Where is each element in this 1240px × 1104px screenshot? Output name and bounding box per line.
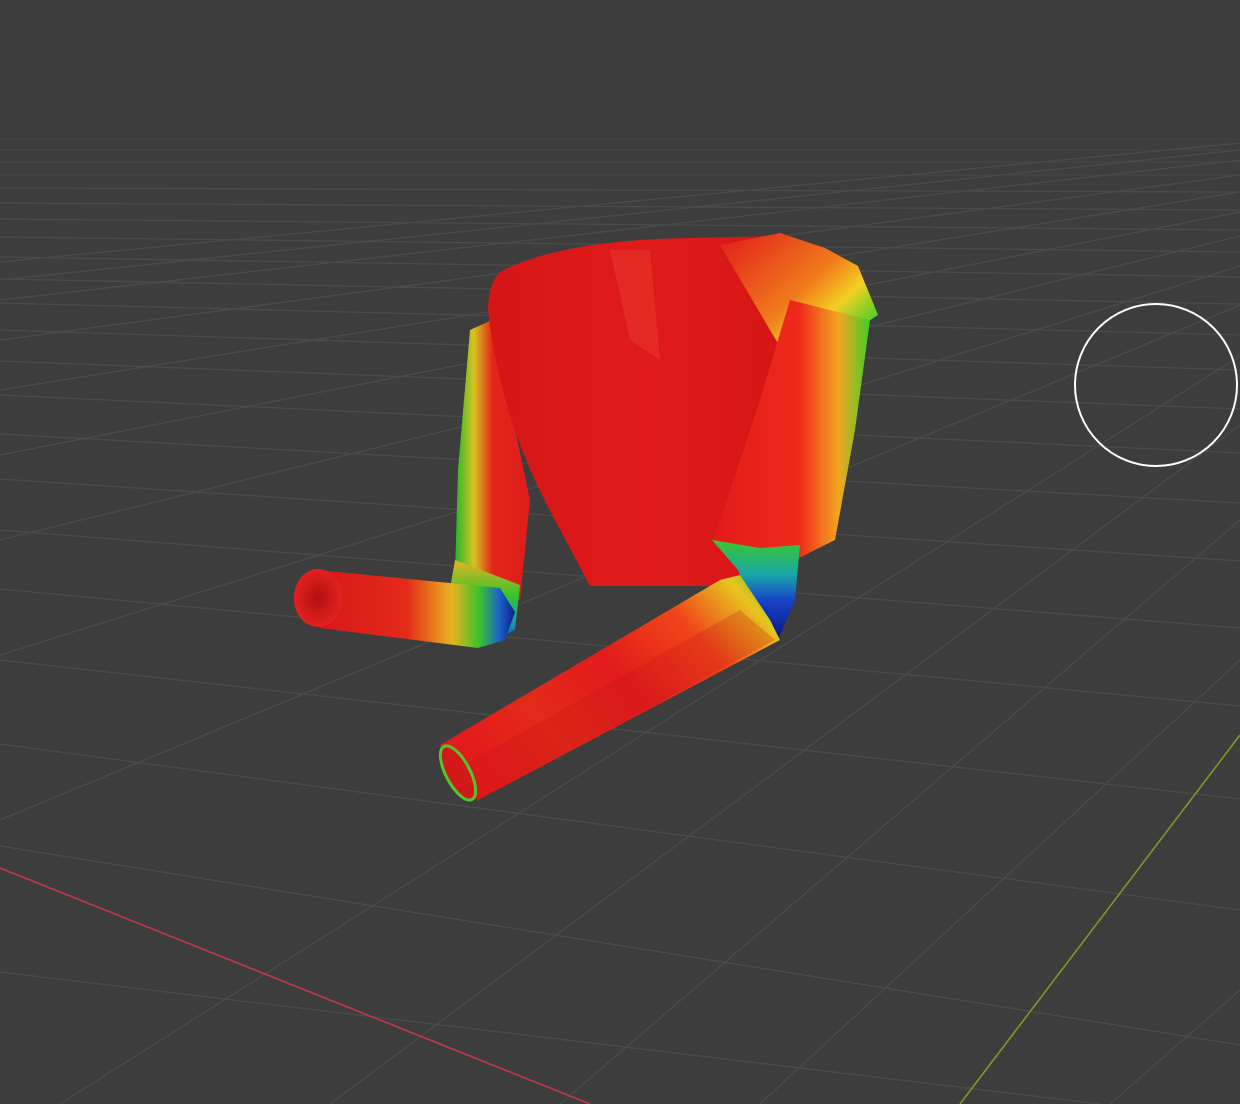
left-cuff-opening[interactable] (294, 569, 342, 627)
brush-cursor-circle-icon[interactable] (1074, 303, 1238, 467)
shirt-mesh[interactable] (294, 233, 878, 805)
viewport-canvas[interactable] (0, 0, 1240, 1104)
x-axis-line (0, 867, 591, 1104)
3d-viewport[interactable] (0, 0, 1240, 1104)
